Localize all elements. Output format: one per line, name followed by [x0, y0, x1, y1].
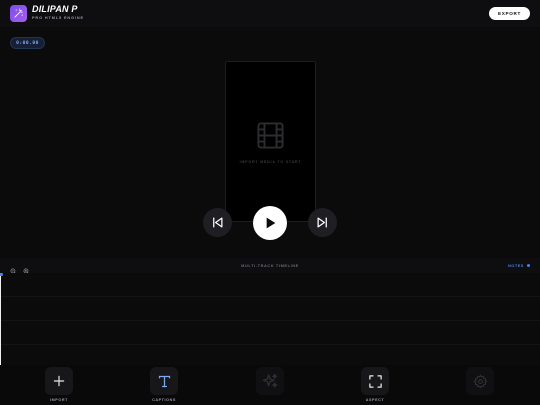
effects-button[interactable]: [256, 367, 284, 395]
notes-label: NOTES: [508, 263, 524, 268]
skip-back-icon: [213, 217, 223, 228]
track-divider: [0, 296, 540, 297]
notes-indicator: [526, 264, 530, 267]
app-logo: [10, 5, 27, 22]
brand-name: DILIPAN P: [32, 4, 78, 14]
play-icon: [266, 217, 276, 229]
aspect-button[interactable]: [361, 367, 389, 395]
playhead-handle[interactable]: [0, 273, 3, 276]
text-icon: [158, 375, 170, 387]
timeline-title: MULTI-TRACK TIMELINE: [241, 263, 299, 268]
expand-icon: [368, 374, 382, 388]
magic-wand-icon: [14, 8, 23, 18]
settings-button[interactable]: [466, 367, 494, 395]
captions-label: CAPTIONS: [152, 398, 176, 402]
preview-canvas[interactable]: IMPORT MEDIA TO START: [225, 61, 316, 222]
skip-forward-button[interactable]: [308, 208, 337, 237]
plus-icon: [53, 375, 65, 387]
timeline-tracks[interactable]: [0, 273, 540, 365]
gear-icon: [473, 374, 487, 388]
captions-button[interactable]: [150, 367, 178, 395]
track-divider: [0, 320, 540, 321]
playhead[interactable]: [0, 273, 1, 365]
app-header: [0, 0, 540, 27]
preview-hint: IMPORT MEDIA TO START: [239, 160, 302, 164]
import-button[interactable]: [45, 367, 73, 395]
skip-back-button[interactable]: [203, 208, 232, 237]
export-button[interactable]: EXPORT: [489, 7, 530, 20]
film-icon: [257, 122, 284, 149]
aspect-label: ASPECT: [365, 398, 385, 402]
brand-tagline: PRO HTML5 ENGINE: [32, 16, 84, 20]
track-divider: [0, 344, 540, 345]
notes-toggle[interactable]: NOTES: [508, 262, 532, 269]
sparkles-icon: [262, 373, 278, 388]
timecode-display: 0:00.00: [10, 37, 45, 49]
play-button[interactable]: [253, 206, 287, 240]
import-label: IMPORT: [50, 398, 68, 402]
skip-forward-icon: [317, 217, 327, 228]
